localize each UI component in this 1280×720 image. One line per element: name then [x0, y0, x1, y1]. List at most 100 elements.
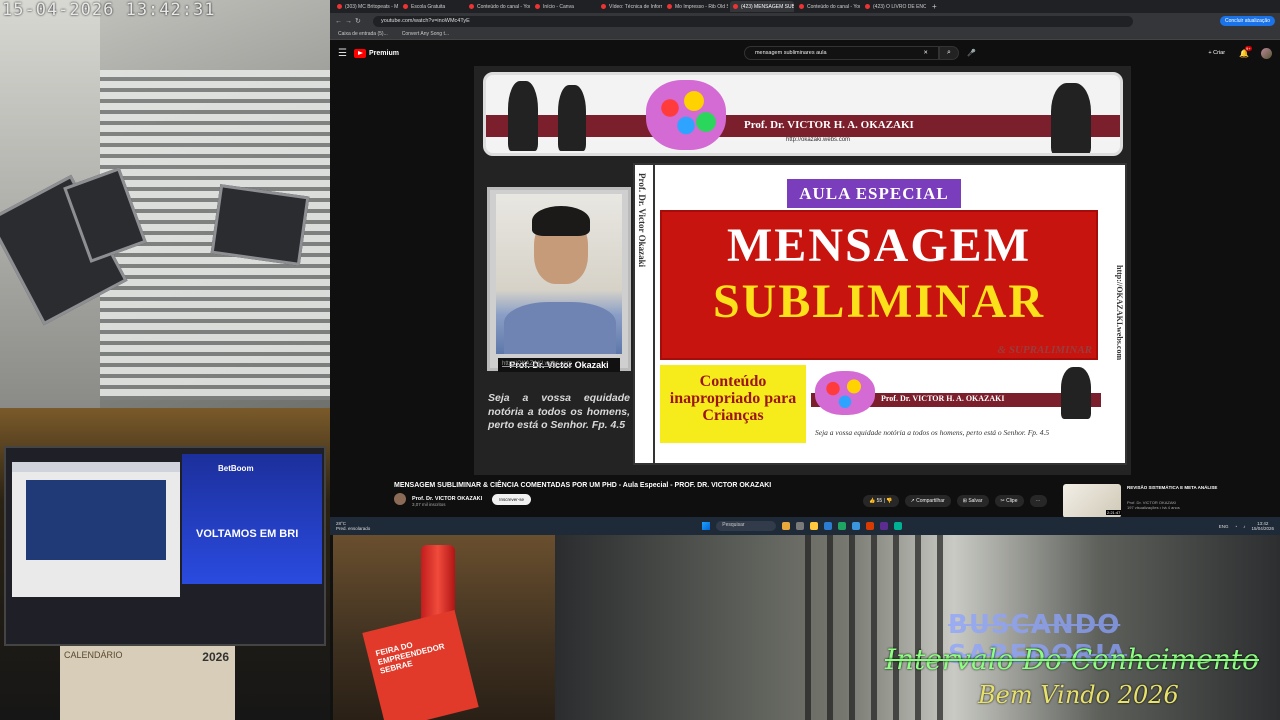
create-label: Criar	[1213, 50, 1226, 56]
related-video[interactable]: 2:21:47 REVISÃO SISTEMÁTICA E META ANÁLI…	[1063, 484, 1273, 518]
banner-figure	[558, 85, 586, 151]
browser-tab[interactable]: Vídeo: Técnica de Informação	[598, 1, 662, 12]
related-duration: 2:21:47	[1106, 510, 1122, 515]
camera-timestamp: 15-04-2026 13:42:31	[2, 0, 216, 20]
search-input[interactable]: mensagem subliminares aula ✕	[743, 46, 939, 60]
reload-icon[interactable]: ↻	[355, 17, 365, 25]
tab-label: Conteúdo do canal - YouTube	[477, 3, 530, 10]
taskbar-apps	[782, 522, 903, 530]
browser-tab[interactable]: Conteúdo do canal - YouTube	[466, 1, 530, 12]
address-row: ← → ↻ youtube.com/watch?v=inoWMc4TyE Con…	[330, 13, 1280, 29]
microphone-icon[interactable]: 🎤	[967, 49, 976, 57]
browser-tab[interactable]: Mo Impresso - Rib Old Seven	[664, 1, 728, 12]
vertical-label-left-text: Prof. Dr. Victor Okazaki	[637, 173, 647, 268]
browser-tab[interactable]: Início - Canva	[532, 1, 596, 12]
screen: 15-04-2026 13:42:31 BetBoom VOLTAMOS EM …	[0, 0, 1280, 720]
subscribe-button[interactable]: Inscrever-se	[492, 493, 531, 505]
taskbar-app-icon[interactable]	[894, 522, 903, 530]
related-views: 197 visualizações • há 4 anos	[1127, 505, 1180, 510]
browser-tab[interactable]: Conteúdo do canal - YouTube	[796, 1, 860, 12]
back-icon[interactable]: ←	[335, 18, 345, 25]
browser-tab[interactable]: (303) MC Britopeats - Mundo	[334, 1, 398, 12]
taskbar-search[interactable]: Pesquisar	[716, 521, 777, 531]
channel-subscribers: 3,07 mil inscritos	[412, 502, 446, 507]
menu-icon[interactable]: ☰	[338, 48, 354, 59]
browser-window: (303) MC Britopeats - Mundo Escola Gratui…	[330, 0, 1280, 535]
forward-icon[interactable]: →	[345, 18, 355, 25]
tab-label: (423) MENSAGEM SUBLIMINAR	[741, 3, 794, 10]
stream-text: VOLTAMOS EM BRI	[196, 528, 299, 540]
search-button[interactable]: ⌕	[938, 46, 959, 60]
clear-search-icon[interactable]: ✕	[923, 50, 928, 56]
taskbar-app-icon[interactable]	[866, 522, 875, 530]
mini-banner-name: Prof. Dr. VICTOR H. A. OKAZAKI	[881, 394, 1005, 403]
notifications-icon[interactable]: 🔔 9+	[1239, 45, 1252, 58]
windows-start-icon[interactable]	[702, 522, 711, 530]
taskbar-app-icon[interactable]	[796, 522, 805, 530]
more-actions-button[interactable]: ⋯	[1029, 495, 1047, 507]
tab-favicon-icon	[403, 4, 408, 9]
stream-brand: BetBoom	[218, 464, 254, 473]
bookmark-item[interactable]: Convert Any Song t...	[402, 31, 449, 37]
browser-tab[interactable]: (423) O LIVRO DE ENOQUE DA	[862, 1, 926, 12]
tray-language[interactable]: ENG	[1219, 524, 1229, 529]
monitor-browser-window	[12, 462, 180, 597]
clock-date: 15/04/2026	[1251, 526, 1274, 531]
video-actions: 👍 55 | 👎 ↗ Compartilhar ⊞ Salvar ✂ Clipe…	[863, 495, 1047, 507]
youtube-logo-text: Premium	[369, 49, 399, 57]
youtube-logo[interactable]: Premium	[354, 48, 399, 58]
chrome-icon[interactable]	[838, 522, 847, 530]
system-tray: ENG ◔ ♪ 13:42 15/04/2026	[1219, 521, 1274, 531]
taskbar-app-icon[interactable]	[880, 522, 889, 530]
overlay-subtitle: Intervalo Do Conhcimento	[885, 643, 1259, 676]
bookmarks-bar: Caixa de entrada (5)... Convert Any Song…	[330, 29, 1280, 40]
weather-widget[interactable]: 28°C Pred. ensolarado	[336, 521, 370, 531]
address-bar[interactable]: youtube.com/watch?v=inoWMc4TyE	[373, 15, 1133, 27]
folder-icon[interactable]	[810, 522, 819, 530]
create-button[interactable]: + Criar	[1208, 50, 1225, 56]
presenter-photo-frame: Prof. Dr. Victor Okazaki	[487, 187, 631, 372]
tab-favicon-icon	[733, 4, 738, 9]
youtube-play-icon	[354, 48, 366, 58]
tab-favicon-icon	[469, 4, 474, 9]
update-button[interactable]: Concluir atualização	[1219, 16, 1275, 26]
video-player[interactable]: Prof. Dr. VICTOR H. A. OKAZAKI http://ok…	[474, 66, 1131, 475]
browser-tab[interactable]: (423) MENSAGEM SUBLIMINAR	[730, 1, 794, 12]
save-label: Salvar	[968, 498, 983, 504]
tab-label: Início - Canva	[543, 3, 574, 10]
avatar[interactable]	[1261, 47, 1272, 59]
windows-taskbar: 28°C Pred. ensolarado Pesquisar ENG ◔ ♪ …	[330, 517, 1280, 535]
camera-monitor: BetBoom VOLTAMOS EM BRI	[4, 446, 326, 646]
clip-button[interactable]: ✂ Clipe	[994, 495, 1024, 507]
tab-label: Conteúdo do canal - YouTube	[807, 3, 860, 10]
share-button[interactable]: ↗ Compartilhar	[904, 495, 951, 507]
tab-favicon-icon	[601, 4, 606, 9]
slide-title-line2: SUBLIMINAR	[712, 275, 1046, 328]
taskbar-app-icon[interactable]	[782, 522, 791, 530]
tab-label: (303) MC Britopeats - Mundo	[345, 3, 398, 10]
save-button[interactable]: ⊞ Salvar	[956, 495, 989, 507]
presenter-photo	[496, 194, 622, 354]
related-title[interactable]: REVISÃO SISTEMÁTICA E META ANÁLISE	[1127, 485, 1267, 491]
channel-avatar[interactable]	[394, 493, 406, 505]
wifi-icon[interactable]: ◔	[1235, 524, 1238, 529]
camera-feed-bottom-middle: FEIRA DO EMPREENDEDOR SEBRAE	[333, 535, 555, 720]
new-tab-button[interactable]: +	[932, 2, 937, 11]
like-button[interactable]: 👍 55 | 👎	[863, 495, 899, 507]
related-meta: Prof. Dr. VICTOR OKAZAKI 197 visualizaçõ…	[1127, 500, 1267, 510]
clock[interactable]: 13:42 15/04/2026	[1251, 521, 1274, 531]
camera-feed-top-left: 15-04-2026 13:42:31	[0, 0, 330, 408]
browser-tab[interactable]: Escola Gratuita	[400, 1, 464, 12]
tab-label: Vídeo: Técnica de Informação	[609, 3, 662, 10]
tab-favicon-icon	[337, 4, 342, 9]
volume-icon[interactable]: ♪	[1243, 524, 1245, 529]
youtube-header: ☰ Premium mensagem subliminares aula ✕ ⌕…	[330, 40, 1280, 66]
taskbar-app-icon[interactable]	[824, 522, 833, 530]
tab-favicon-icon	[865, 4, 870, 9]
edge-icon[interactable]	[852, 522, 861, 530]
bookmark-item[interactable]: Caixa de entrada (5)...	[338, 31, 388, 37]
banner-figure	[1051, 83, 1091, 153]
calendar-label: CALENDÁRIO	[64, 650, 123, 660]
banner-name: Prof. Dr. VICTOR H. A. OKAZAKI	[744, 119, 914, 131]
slide-top-banner: Prof. Dr. VICTOR H. A. OKAZAKI http://ok…	[483, 72, 1123, 156]
